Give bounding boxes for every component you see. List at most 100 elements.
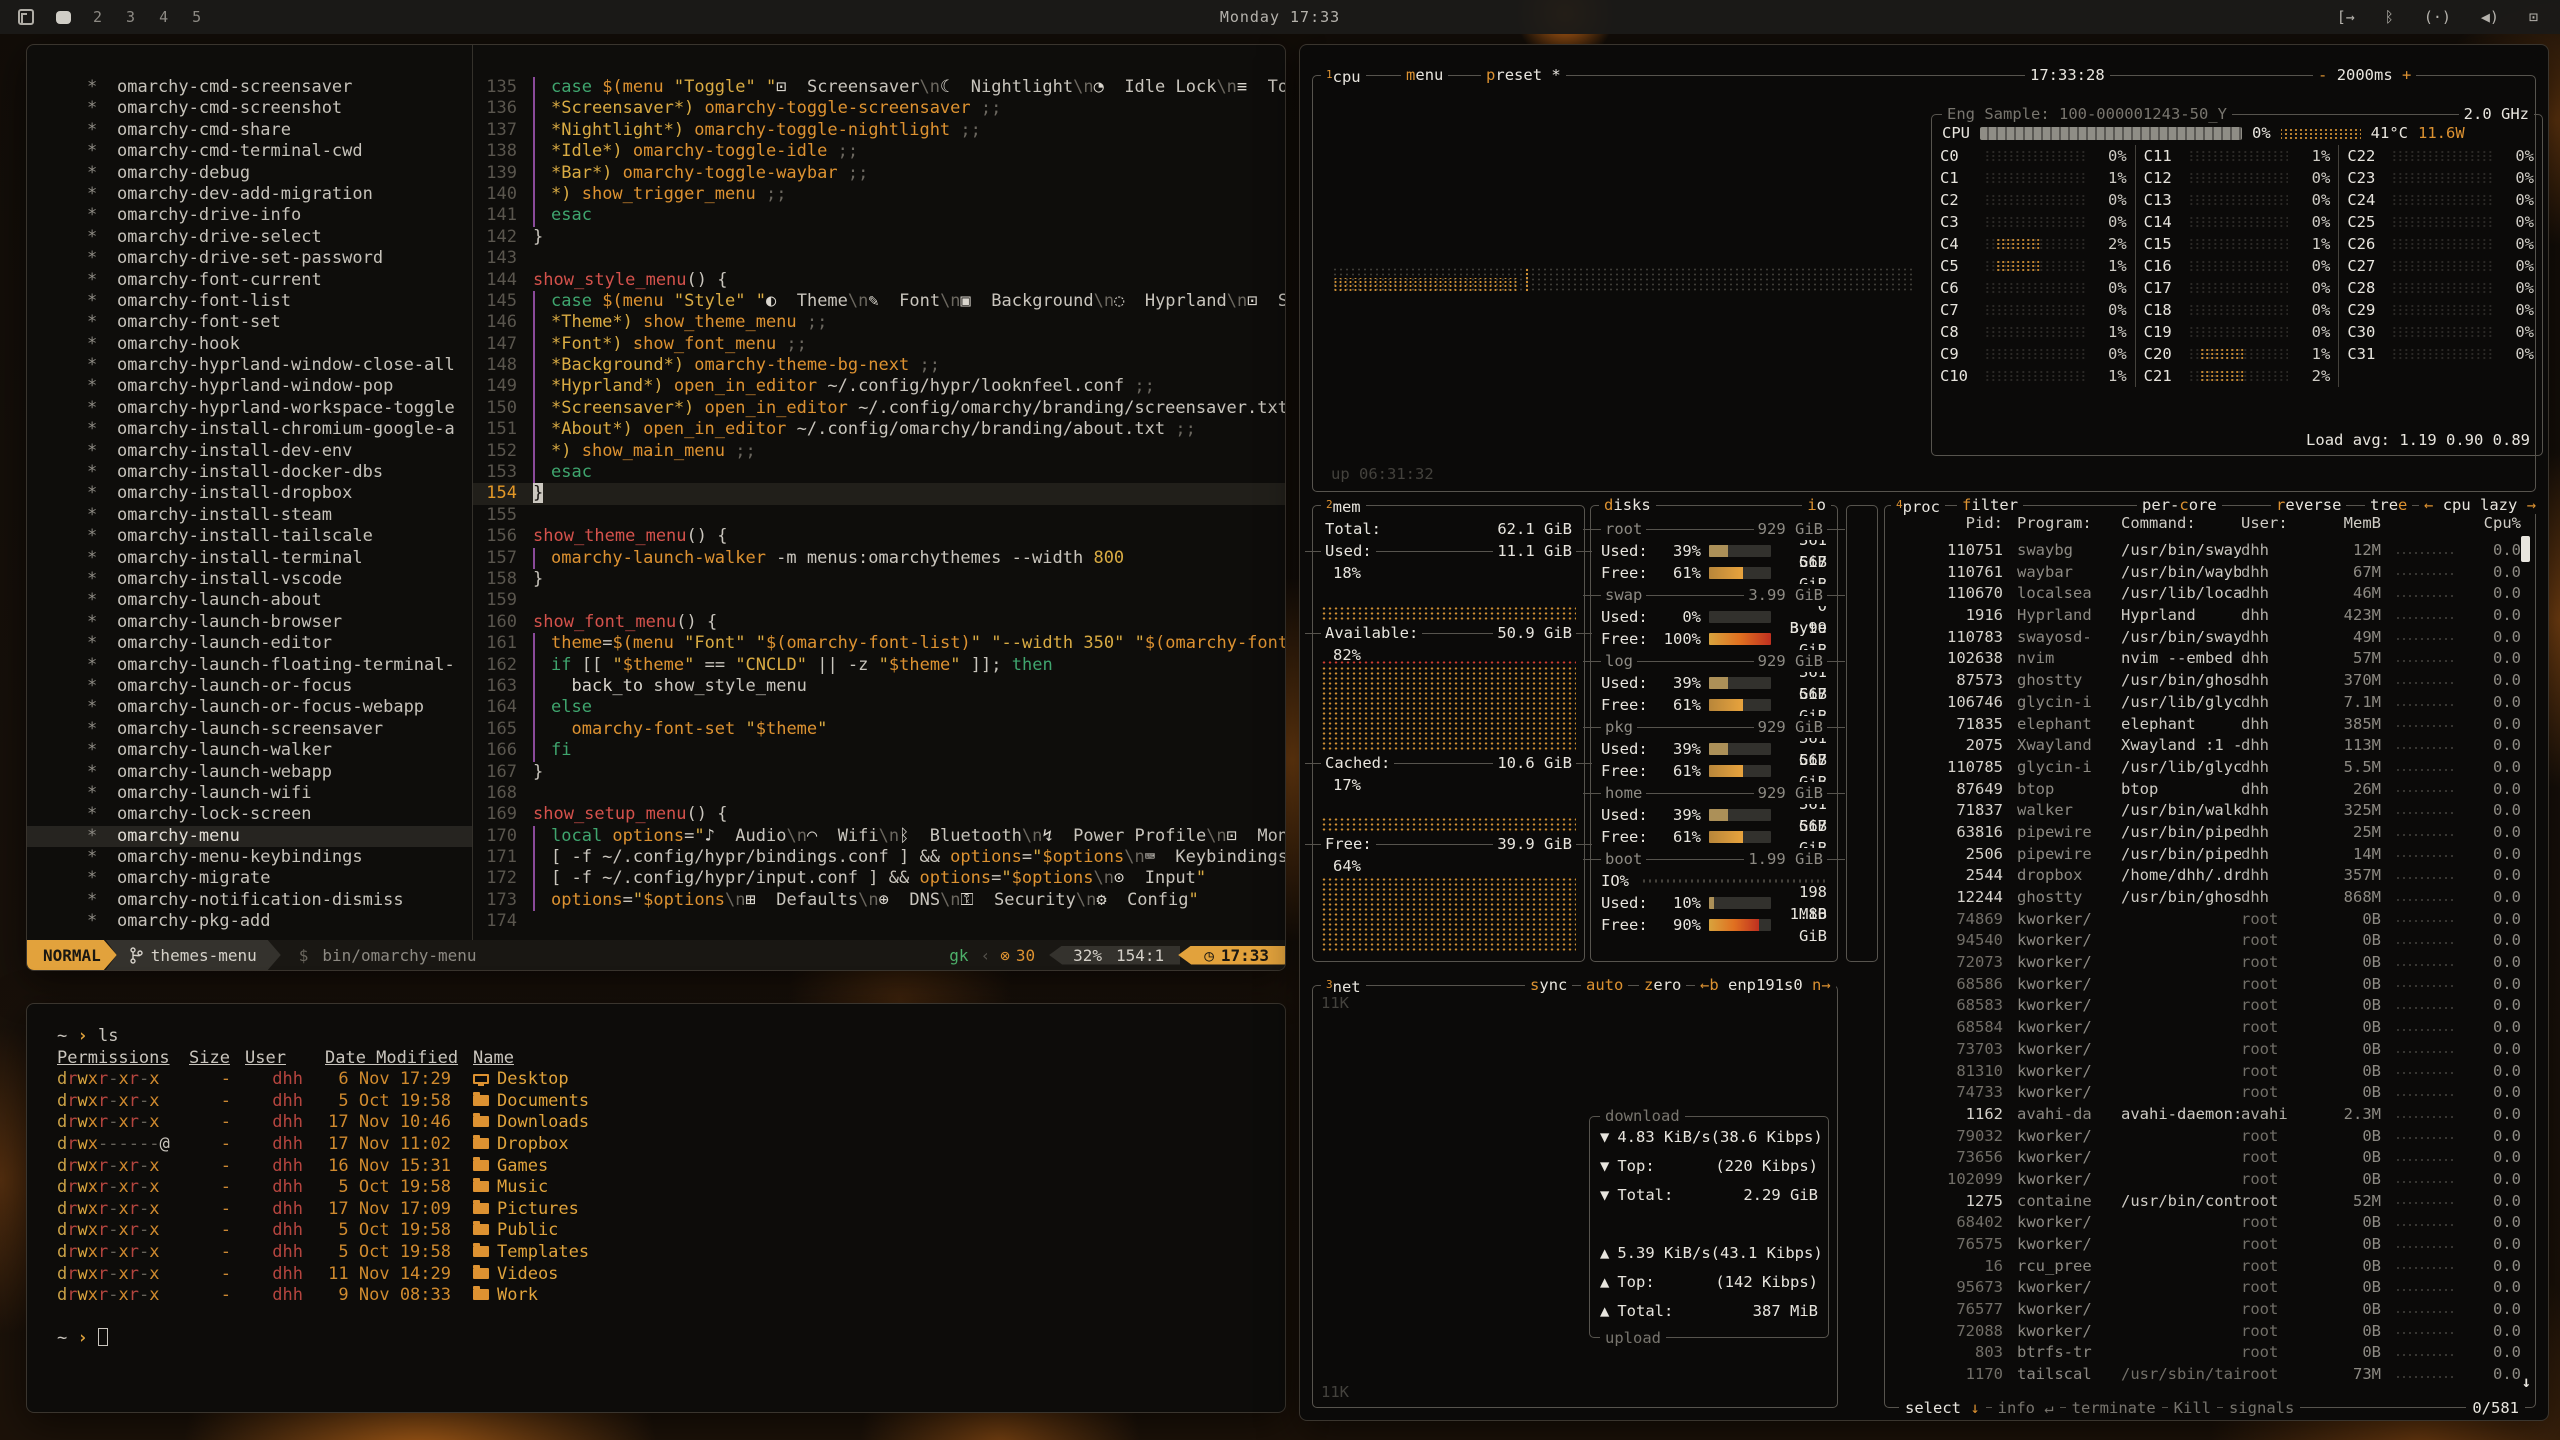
dir-name[interactable]: Music bbox=[451, 1177, 548, 1197]
net-sync-toggle[interactable]: sync bbox=[1525, 976, 1572, 994]
update-interval-control[interactable]: - 2000ms + bbox=[2313, 66, 2416, 84]
proc-reverse-toggle[interactable]: reverse bbox=[2271, 496, 2346, 514]
proc-footer-button[interactable]: signals bbox=[2223, 1399, 2300, 1417]
file-item[interactable]: *omarchy-dev-add-migration bbox=[27, 184, 472, 205]
proc-row[interactable]: 1162avahi-daavahi-daemon: running [avahi… bbox=[1895, 1104, 2521, 1126]
proc-row[interactable]: 73656kworker/root0B0.0 bbox=[1895, 1147, 2521, 1169]
proc-row[interactable]: 16rcu_preeroot0B0.0 bbox=[1895, 1256, 2521, 1278]
btop-menu-button[interactable]: menu bbox=[1401, 66, 1448, 84]
terminal-cursor[interactable] bbox=[98, 1328, 108, 1346]
proc-row[interactable]: 63816pipewire/usr/bin/pipewiredhh25M0.0 bbox=[1895, 822, 2521, 844]
file-item[interactable]: *omarchy-hyprland-window-close-all bbox=[27, 355, 472, 376]
file-item[interactable]: *omarchy-font-list bbox=[27, 291, 472, 312]
proc-row[interactable]: 74733kworker/root0B0.0 bbox=[1895, 1082, 2521, 1104]
proc-row[interactable]: 79032kworker/root0B0.0 bbox=[1895, 1126, 2521, 1148]
dir-name[interactable]: Desktop bbox=[451, 1069, 569, 1089]
file-item[interactable]: *omarchy-install-steam bbox=[27, 505, 472, 526]
file-item[interactable]: *omarchy-install-docker-dbs bbox=[27, 462, 472, 483]
proc-row[interactable]: 110670localsea/usr/lib/localsearch-exdhh… bbox=[1895, 583, 2521, 605]
proc-row[interactable]: 87649btopbtopdhh26M0.0 bbox=[1895, 779, 2521, 801]
file-item[interactable]: *omarchy-drive-info bbox=[27, 205, 472, 226]
file-item[interactable]: *omarchy-hyprland-window-pop bbox=[27, 376, 472, 397]
proc-box-title[interactable]: 4proc bbox=[1891, 496, 1945, 516]
file-item[interactable]: *omarchy-menu-keybindings bbox=[27, 847, 472, 868]
file-item[interactable]: *omarchy-install-terminal bbox=[27, 548, 472, 569]
proc-row[interactable]: 106746glycin-i/usr/lib/glycin-loadersdhh… bbox=[1895, 692, 2521, 714]
chip-icon[interactable]: ⊡ bbox=[2529, 8, 2538, 26]
proc-row[interactable]: 76575kworker/root0B0.0 bbox=[1895, 1234, 2521, 1256]
proc-row[interactable]: 2506pipewire/usr/bin/pipewire-pulsedhh14… bbox=[1895, 844, 2521, 866]
proc-row[interactable]: 71835elephantelephantdhh385M0.0 bbox=[1895, 714, 2521, 736]
dir-name[interactable]: Templates bbox=[451, 1242, 589, 1262]
file-item[interactable]: *omarchy-launch-webapp bbox=[27, 762, 472, 783]
proc-row[interactable]: 2544dropbox/home/dhh/.dropbox-distdhh357… bbox=[1895, 865, 2521, 887]
proc-row[interactable]: 74869kworker/root0B0.0 bbox=[1895, 909, 2521, 931]
file-item[interactable]: *omarchy-cmd-screensaver bbox=[27, 77, 472, 98]
file-item[interactable]: *omarchy-hook bbox=[27, 334, 472, 355]
proc-row[interactable]: 71837walker/usr/bin/walker --gappldhh325… bbox=[1895, 800, 2521, 822]
file-item[interactable]: *omarchy-drive-set-password bbox=[27, 248, 472, 269]
proc-row[interactable]: 110761waybar/usr/bin/waybardhh67M0.0 bbox=[1895, 562, 2521, 584]
proc-row[interactable]: 12244ghostty/usr/bin/ghostty --gtk-dhh86… bbox=[1895, 887, 2521, 909]
proc-row[interactable]: 81310kworker/root0B0.0 bbox=[1895, 1061, 2521, 1083]
proc-row[interactable]: 110783swayosd-/usr/bin/swayosd-serverdhh… bbox=[1895, 627, 2521, 649]
proc-row[interactable]: 2075XwaylandXwayland :1 -rootless -dhh11… bbox=[1895, 735, 2521, 757]
proc-row[interactable]: 73703kworker/root0B0.0 bbox=[1895, 1039, 2521, 1061]
logout-icon[interactable]: [→ bbox=[2337, 8, 2355, 26]
dir-name[interactable]: Pictures bbox=[451, 1199, 579, 1219]
file-item[interactable]: *omarchy-cmd-terminal-cwd bbox=[27, 141, 472, 162]
proc-row[interactable]: 110785glycin-i/usr/lib/glycin-loadersdhh… bbox=[1895, 757, 2521, 779]
proc-row[interactable]: 68583kworker/root0B0.0 bbox=[1895, 995, 2521, 1017]
file-item[interactable]: *omarchy-drive-select bbox=[27, 227, 472, 248]
proc-col-pid[interactable]: Pid: bbox=[1895, 514, 2003, 532]
proc-row[interactable]: 102099kworker/root0B0.0 bbox=[1895, 1169, 2521, 1191]
file-item[interactable]: *omarchy-install-chromium-google-a bbox=[27, 419, 472, 440]
proc-select-button[interactable]: select ↓ bbox=[1899, 1399, 1986, 1417]
proc-col-cpu[interactable]: Cpu% bbox=[2465, 514, 2521, 532]
volume-icon[interactable]: ◀) bbox=[2481, 8, 2499, 26]
disks-box-title[interactable]: disks bbox=[1599, 496, 1656, 514]
proc-row[interactable]: 1170tailscal/usr/sbin/tailscaled --root7… bbox=[1895, 1364, 2521, 1386]
file-item[interactable]: *omarchy-launch-wifi bbox=[27, 783, 472, 804]
proc-sort-selector[interactable]: ← cpu lazy → bbox=[2419, 496, 2541, 514]
file-item[interactable]: *omarchy-migrate bbox=[27, 868, 472, 889]
dir-name[interactable]: Dropbox bbox=[451, 1134, 569, 1154]
net-box-title[interactable]: 3net bbox=[1321, 976, 1366, 996]
proc-row[interactable]: 87573ghostty/usr/bin/ghostty --gtk-dhh37… bbox=[1895, 670, 2521, 692]
proc-filter-button[interactable]: filter bbox=[1957, 496, 2023, 514]
dir-name[interactable]: Downloads bbox=[451, 1112, 589, 1132]
proc-col-command[interactable]: Command: bbox=[2121, 514, 2241, 532]
proc-row[interactable]: 72073kworker/root0B0.0 bbox=[1895, 952, 2521, 974]
proc-row[interactable]: 102638nvimnvim --embed .dhh57M0.0 bbox=[1895, 648, 2521, 670]
bluetooth-icon[interactable]: ᛒ bbox=[2385, 8, 2394, 26]
proc-row[interactable]: 1916HyprlandHyprlanddhh423M0.0 bbox=[1895, 605, 2521, 627]
proc-row[interactable]: 95673kworker/root0B0.0 bbox=[1895, 1277, 2521, 1299]
file-item[interactable]: *omarchy-notification-dismiss bbox=[27, 890, 472, 911]
proc-footer-button[interactable]: info ↵ bbox=[1992, 1399, 2060, 1417]
dir-name[interactable]: Public bbox=[451, 1220, 558, 1240]
file-item[interactable]: *omarchy-install-dev-env bbox=[27, 441, 472, 462]
btop-window[interactable]: 1cpu menu preset * 17:33:28 - 2000ms + u… bbox=[1300, 45, 2548, 1420]
net-auto-toggle[interactable]: auto bbox=[1581, 976, 1628, 994]
terminal-window[interactable]: ~ › lsPermissionsSizeUserDate ModifiedNa… bbox=[27, 1004, 1285, 1412]
proc-scrollbar-thumb[interactable] bbox=[2521, 536, 2530, 562]
proc-row[interactable]: 76577kworker/root0B0.0 bbox=[1895, 1299, 2521, 1321]
proc-row[interactable]: 68402kworker/root0B0.0 bbox=[1895, 1212, 2521, 1234]
file-item[interactable]: *omarchy-hyprland-workspace-toggle bbox=[27, 398, 472, 419]
file-list[interactable]: *omarchy-cmd-screensaver*omarchy-cmd-scr… bbox=[27, 45, 472, 940]
file-item[interactable]: *omarchy-lock-screen bbox=[27, 804, 472, 825]
file-item[interactable]: *omarchy-launch-about bbox=[27, 590, 472, 611]
file-item[interactable]: *omarchy-launch-browser bbox=[27, 612, 472, 633]
proc-col-user[interactable]: User: bbox=[2241, 514, 2317, 532]
dir-name[interactable]: Documents bbox=[451, 1091, 589, 1111]
proc-col-program[interactable]: Program: bbox=[2003, 514, 2121, 532]
file-item[interactable]: *omarchy-pkg-add bbox=[27, 911, 472, 932]
proc-per-core-toggle[interactable]: per-core bbox=[2137, 496, 2222, 514]
dir-name[interactable]: Work bbox=[451, 1285, 538, 1305]
file-item[interactable]: *omarchy-cmd-share bbox=[27, 120, 472, 141]
file-item[interactable]: *omarchy-cmd-screenshot bbox=[27, 98, 472, 119]
btop-preset-button[interactable]: preset * bbox=[1481, 66, 1566, 84]
file-item[interactable]: *omarchy-font-set bbox=[27, 312, 472, 333]
network-icon[interactable]: (·) bbox=[2424, 8, 2451, 26]
file-item[interactable]: *omarchy-install-tailscale bbox=[27, 526, 472, 547]
